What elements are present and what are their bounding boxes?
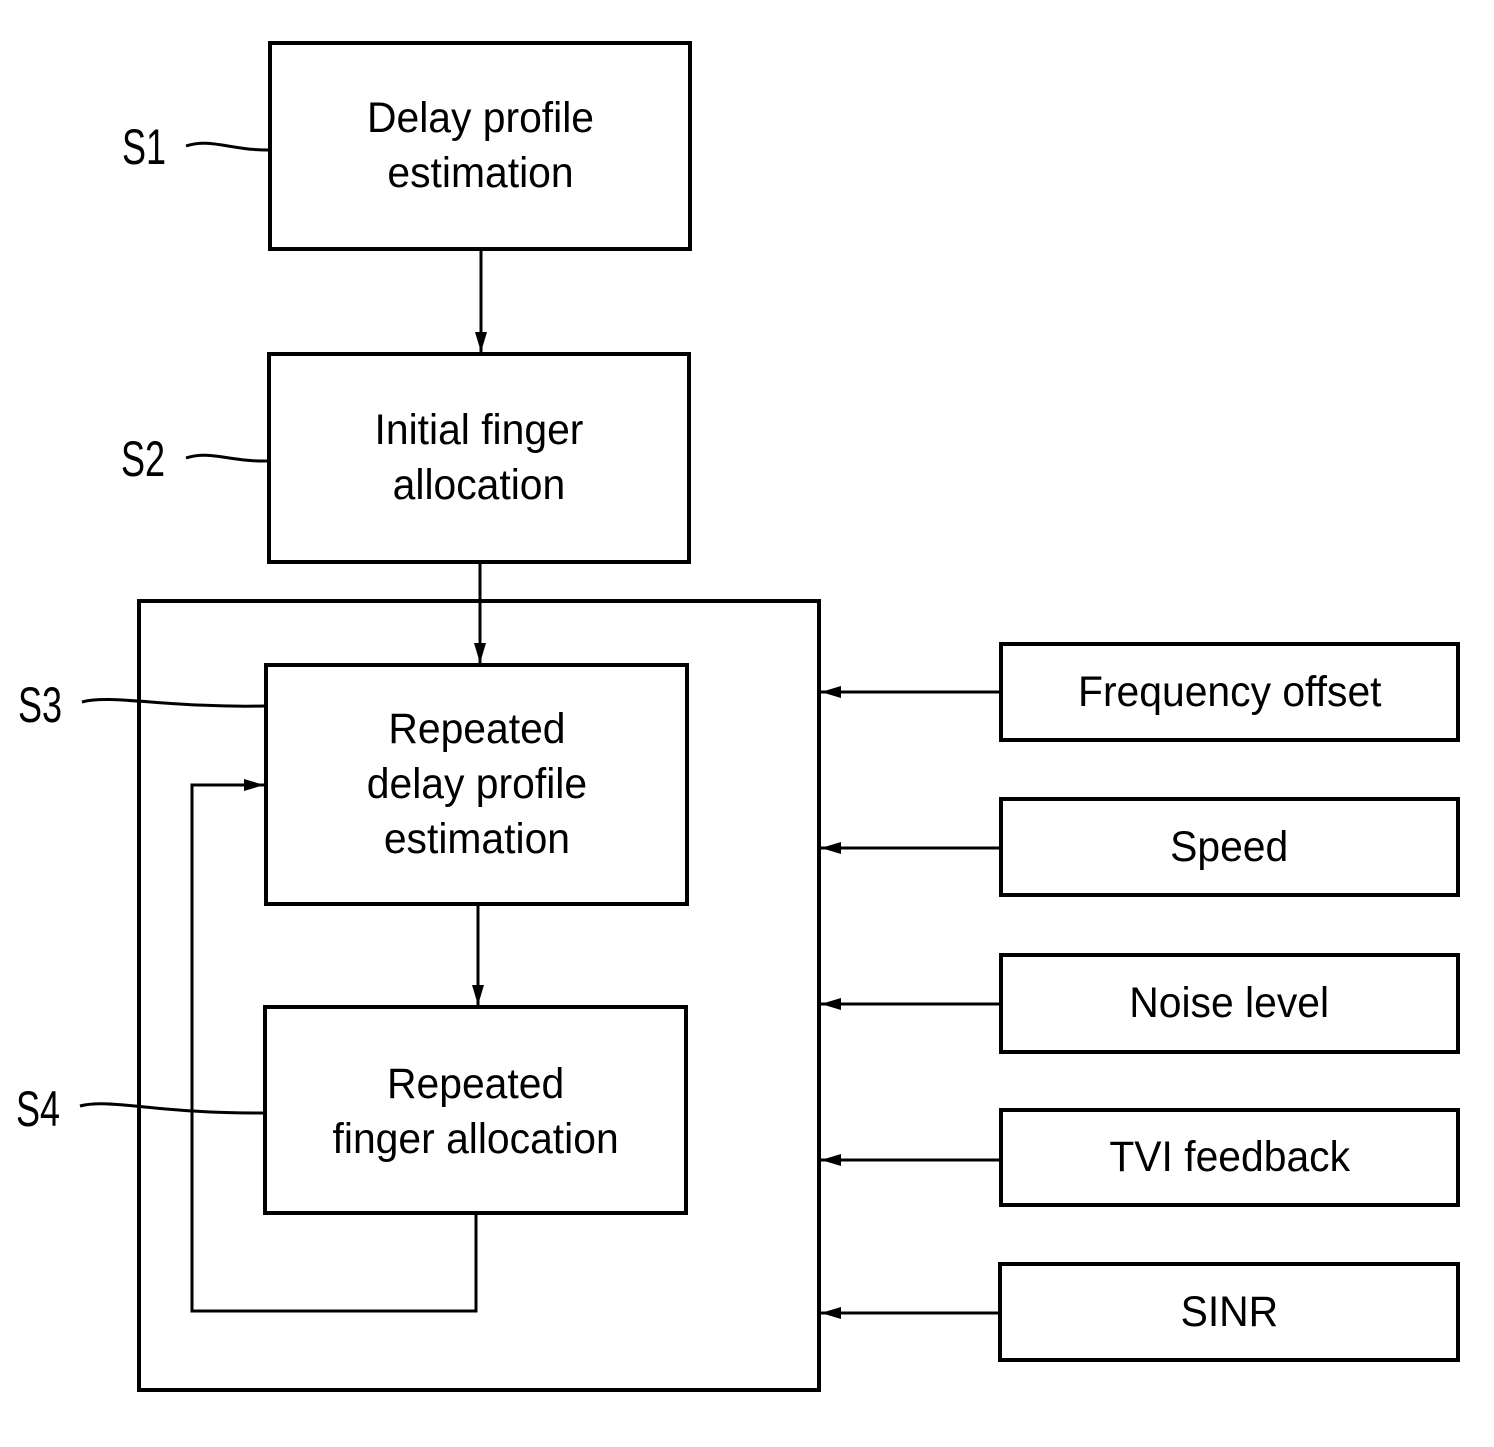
step-label-line: delay profile — [366, 760, 587, 808]
input-label: Frequency offset — [1077, 667, 1382, 716]
step-box-s1-delay-profile-estimation: Delay profile estimation — [268, 41, 692, 251]
input-label: Speed — [1170, 822, 1289, 871]
step-ref-s1: S1 — [122, 119, 167, 175]
input-box-frequency-offset: Frequency offset — [999, 642, 1460, 742]
input-label: Noise level — [1129, 979, 1330, 1027]
step-label-line: Delay profile — [366, 94, 594, 142]
step-label-line: estimation — [386, 149, 574, 197]
step-label-line: allocation — [392, 461, 566, 509]
leader-s2 — [185, 453, 269, 463]
step-box-s3-repeated-delay-profile-estimation: Repeated delay profile estimation — [264, 663, 689, 906]
step-box-s2-initial-finger-allocation: Initial finger allocation — [267, 352, 691, 564]
input-label: SINR — [1180, 1287, 1278, 1336]
step-label-line: estimation — [383, 815, 570, 863]
step-label-line: Initial finger — [374, 406, 584, 454]
step-ref-s2: S2 — [121, 431, 166, 487]
input-box-noise-level: Noise level — [999, 953, 1460, 1054]
step-label-line: Repeated — [387, 705, 566, 753]
step-box-s4-repeated-finger-allocation: Repeated finger allocation — [263, 1005, 688, 1215]
step-label-line: finger allocation — [332, 1115, 619, 1163]
step-ref-s3: S3 — [18, 677, 63, 733]
step-label-line: Repeated — [386, 1060, 565, 1108]
input-box-tvi-feedback: TVI feedback — [999, 1108, 1460, 1207]
input-box-sinr: SINR — [998, 1262, 1460, 1362]
input-box-speed: Speed — [999, 797, 1460, 897]
leader-s1 — [185, 141, 269, 152]
step-ref-s4: S4 — [16, 1081, 61, 1137]
input-label: TVI feedback — [1109, 1133, 1350, 1181]
